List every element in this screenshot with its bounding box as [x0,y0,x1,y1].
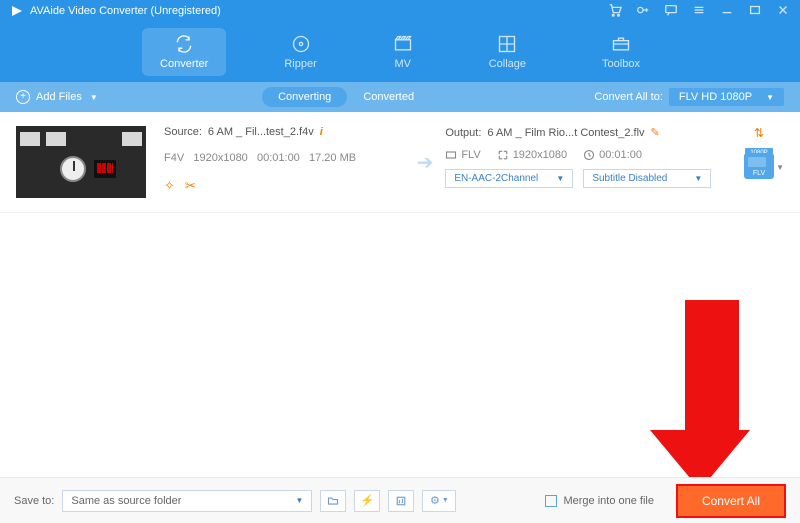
tab-label: MV [394,58,411,70]
edit-icon[interactable]: ✎ [651,126,660,139]
add-files-button[interactable]: + Add Files ▼ [16,90,98,104]
source-resolution: 1920x1080 [193,152,247,164]
app-logo [10,4,24,18]
chevron-down-icon: ▼ [556,174,564,183]
tab-toolbox[interactable]: Toolbox [584,28,658,76]
out-format: FLV [461,149,480,161]
convert-all-button[interactable]: Convert All [676,484,786,518]
tab-label: Collage [489,58,526,70]
feedback-icon[interactable] [664,3,678,20]
merge-checkbox[interactable]: Merge into one file [545,495,654,507]
tab-label: Toolbox [602,58,640,70]
info-icon[interactable]: i [320,126,323,138]
source-label: Source: [164,126,202,138]
output-filename: 6 AM _ Film Rio...t Contest_2.flv [487,127,644,139]
video-thumbnail[interactable] [16,126,146,198]
source-format: F4V [164,152,184,164]
checkbox-icon [545,495,557,507]
settings-button[interactable]: ⚙▼ [422,490,456,512]
tab-collage[interactable]: Collage [471,28,544,76]
tab-label: Ripper [284,58,316,70]
main-tabs: Converter Ripper MV Collage Toolbox [0,22,800,82]
convert-all-to-label: Convert All to: [594,91,662,103]
output-format-select[interactable]: FLV HD 1080P ▼ [669,88,784,106]
resolution-icon [497,149,509,161]
pin-icon[interactable]: ✧ [164,178,175,194]
tab-label: Converter [160,58,208,70]
format-selector[interactable]: FLV ▼ [744,153,774,179]
tab-mv[interactable]: MV [375,28,431,76]
close-icon[interactable] [776,3,790,20]
source-size: 17.20 MB [309,152,356,164]
chevron-down-icon: ▼ [90,93,98,102]
annotation-arrow [673,300,750,490]
task-button[interactable] [388,490,414,512]
titlebar: AVAide Video Converter (Unregistered) [0,0,800,22]
maximize-icon[interactable] [748,3,762,20]
out-duration: 00:01:00 [599,149,642,161]
source-duration: 00:01:00 [257,152,300,164]
boost-button[interactable]: ⚡ [354,490,380,512]
open-folder-button[interactable] [320,490,346,512]
tab-ripper[interactable]: Ripper [266,28,334,76]
chevron-down-icon: ▼ [694,174,702,183]
cart-icon[interactable] [608,3,622,20]
out-resolution: 1920x1080 [513,149,567,161]
app-title: AVAide Video Converter (Unregistered) [30,5,221,17]
chevron-down-icon: ▼ [295,496,303,505]
output-format-value: FLV HD 1080P [679,91,752,103]
compress-icon[interactable]: ⇅ [754,126,764,140]
tab-converter[interactable]: Converter [142,28,226,76]
save-path-select[interactable]: Same as source folder ▼ [62,490,312,512]
video-icon [445,149,457,161]
clock-icon [583,149,595,161]
subtab-converted[interactable]: Converted [347,87,430,107]
save-to-label: Save to: [14,495,54,507]
add-files-label: Add Files [36,91,82,103]
cut-icon[interactable]: ✂ [185,178,196,194]
sub-toolbar: + Add Files ▼ Converting Converted Conve… [0,82,800,112]
save-path-value: Same as source folder [71,495,181,507]
source-filename: 6 AM _ Fil...test_2.f4v [208,126,314,138]
subtitle-select[interactable]: Subtitle Disabled▼ [583,169,711,188]
plus-icon: + [16,90,30,104]
file-item: Source: 6 AM _ Fil...test_2.f4v i F4V 19… [0,112,800,213]
chevron-down-icon: ▼ [776,163,784,172]
chevron-down-icon: ▼ [766,93,774,102]
bottom-bar: Save to: Same as source folder ▼ ⚡ ⚙▼ Me… [0,477,800,523]
minimize-icon[interactable] [720,3,734,20]
arrow-right-icon: ➔ [417,150,434,175]
output-label: Output: [445,127,481,139]
menu-icon[interactable] [692,3,706,20]
merge-label: Merge into one file [563,495,654,507]
audio-track-select[interactable]: EN-AAC-2Channel▼ [445,169,573,188]
subtab-converting[interactable]: Converting [262,87,347,107]
key-icon[interactable] [636,3,650,20]
